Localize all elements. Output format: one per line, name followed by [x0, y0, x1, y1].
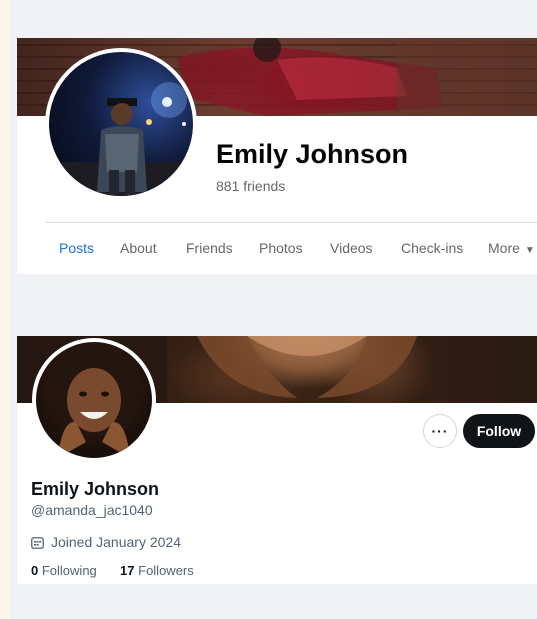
- followers-link[interactable]: 17 Followers: [120, 563, 194, 578]
- profile-avatar[interactable]: [32, 338, 156, 462]
- calendar-icon: [31, 536, 44, 549]
- follow-button[interactable]: Follow: [463, 414, 535, 448]
- facebook-profile-card: Emily Johnson 881 friends Posts About Fr…: [17, 38, 537, 274]
- profile-name: Emily Johnson: [216, 139, 409, 169]
- more-options-button[interactable]: ···: [423, 414, 457, 448]
- avatar-woman-illustration: [50, 346, 138, 458]
- follow-stats: 0 Following 17 Followers: [31, 563, 194, 578]
- joined-date: Joined January 2024: [31, 534, 181, 550]
- bottom-gap: [10, 584, 537, 619]
- tab-check-ins[interactable]: Check-ins: [401, 240, 463, 256]
- following-label: Following: [41, 563, 97, 578]
- top-gap: [10, 0, 537, 38]
- tab-photos[interactable]: Photos: [259, 240, 303, 256]
- tab-more[interactable]: More ▼: [488, 240, 535, 256]
- followers-label: Followers: [138, 563, 194, 578]
- caret-down-icon: ▼: [524, 245, 535, 256]
- tab-videos[interactable]: Videos: [330, 240, 373, 256]
- following-count: 0: [31, 563, 39, 578]
- following-link[interactable]: 0 Following: [31, 563, 97, 578]
- joined-label: Joined January 2024: [51, 534, 181, 550]
- x-profile-card: ··· Follow Emily Johnson @amanda_jac1040…: [17, 336, 537, 584]
- profile-avatar[interactable]: [45, 48, 197, 200]
- tab-about[interactable]: About: [120, 240, 157, 256]
- tab-posts[interactable]: Posts: [59, 240, 94, 256]
- tab-friends[interactable]: Friends: [186, 240, 233, 256]
- divider: [45, 222, 537, 223]
- profile-handle: @amanda_jac1040: [31, 502, 153, 518]
- avatar-person-illustration: [49, 82, 193, 196]
- tab-more-label: More: [488, 240, 520, 256]
- friends-count[interactable]: 881 friends: [216, 178, 285, 194]
- followers-count: 17: [120, 563, 135, 578]
- left-edge-strip: [0, 0, 10, 619]
- profile-name: Emily Johnson: [31, 479, 160, 499]
